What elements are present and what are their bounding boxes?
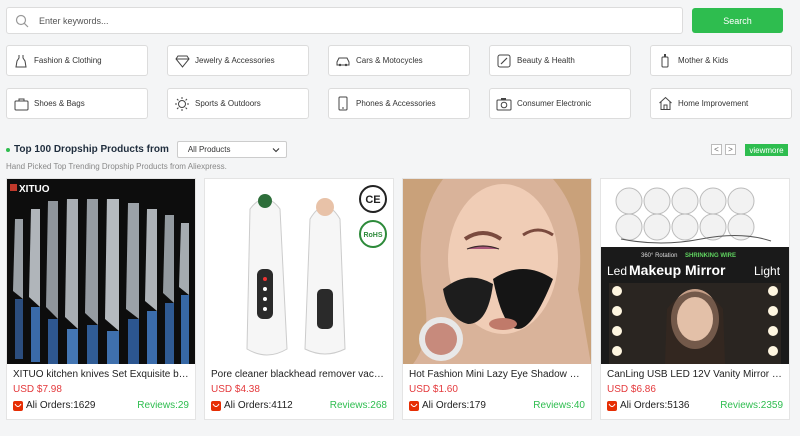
product-title[interactable]: CanLing USB LED 12V Vanity Mirror Lights — [607, 369, 783, 380]
product-price: USD $7.98 — [13, 384, 62, 395]
product-card[interactable]: CE RoHS Pore cleaner blackhead remover v… — [204, 178, 394, 420]
product-reviews: Reviews:29 — [137, 400, 189, 411]
banner-wire-text: SHRINKING WIRE — [685, 253, 736, 259]
select-value: All Products — [187, 145, 231, 154]
section-header: Top 100 Dropship Products from All Produ… — [6, 141, 287, 158]
category-jewelry-accessories[interactable]: Jewelry & Accessories — [167, 45, 309, 76]
product-card[interactable]: XITUO XITUO kitchen knives Set Exquisite… — [6, 178, 196, 420]
chevron-down-icon — [272, 148, 280, 153]
search-bar — [6, 7, 683, 34]
product-orders: Ali Orders: 5136 — [607, 400, 689, 411]
category-label: Beauty & Health — [517, 56, 575, 65]
category-phones-accessories[interactable]: Phones & Accessories — [328, 88, 470, 119]
car-icon — [335, 53, 351, 69]
search-icon — [15, 14, 29, 27]
product-price: USD $1.60 — [409, 384, 458, 395]
product-title[interactable]: Pore cleaner blackhead remover vacuum — [211, 369, 387, 380]
ce-badge-text: CE — [365, 194, 380, 206]
category-label: Fashion & Clothing — [34, 56, 102, 65]
category-shoes-bags[interactable]: Shoes & Bags — [6, 88, 148, 119]
aliexpress-icon — [211, 400, 221, 411]
carousel-nav: < > — [711, 144, 736, 155]
category-fashion-clothing[interactable]: Fashion & Clothing — [6, 45, 148, 76]
category-beauty-health[interactable]: Beauty & Health — [489, 45, 631, 76]
banner-light-text: Light — [754, 264, 781, 278]
rohs-badge-text: RoHS — [363, 232, 382, 239]
section-subtitle: Hand Picked Top Trending Dropship Produc… — [6, 162, 227, 171]
bag-icon — [13, 96, 29, 112]
product-price: USD $6.86 — [607, 384, 656, 395]
product-card[interactable]: Hot Fashion Mini Lazy Eye Shadow Stamp U… — [402, 178, 592, 420]
search-input[interactable] — [39, 15, 682, 26]
banner-led-text: Led — [607, 264, 627, 278]
aliexpress-icon — [13, 400, 23, 411]
banner-rotation-text: 360° Rotation — [641, 253, 677, 259]
camera-icon — [496, 96, 512, 112]
category-cars-motorcycles[interactable]: Cars & Motocycles — [328, 45, 470, 76]
category-label: Home Improvement — [678, 99, 749, 108]
category-label: Cars & Motocycles — [356, 56, 423, 65]
product-price: USD $4.38 — [211, 384, 260, 395]
orders-label: Ali Orders: — [620, 400, 668, 411]
product-card[interactable]: 360° Rotation SHRINKING WIRE Led Makeup … — [600, 178, 790, 420]
category-label: Shoes & Bags — [34, 99, 85, 108]
product-reviews: Reviews:40 — [533, 400, 585, 411]
orders-label: Ali Orders: — [422, 400, 470, 411]
product-title[interactable]: XITUO kitchen knives Set Exquisite blade — [13, 369, 189, 380]
category-sports-outdoors[interactable]: Sports & Outdoors — [167, 88, 309, 119]
baby-bottle-icon — [657, 53, 673, 69]
banner-mirror-text: Makeup Mirror — [629, 262, 726, 278]
diamond-icon — [174, 53, 190, 69]
brand-logo-text: XITUO — [19, 184, 50, 195]
prev-button[interactable]: < — [711, 144, 722, 155]
orders-label: Ali Orders: — [224, 400, 272, 411]
product-source-select[interactable]: All Products — [176, 141, 287, 158]
product-image-mirror-lights: 360° Rotation SHRINKING WIRE Led Makeup … — [601, 179, 789, 364]
next-button[interactable]: > — [725, 144, 736, 155]
aliexpress-icon — [607, 400, 617, 411]
house-icon — [657, 96, 673, 112]
category-label: Phones & Accessories — [356, 99, 436, 108]
product-image-eye-shadow — [403, 179, 591, 364]
beauty-icon — [496, 53, 512, 69]
product-orders: Ali Orders: 1629 — [13, 400, 95, 411]
bullet-dot — [6, 147, 10, 152]
category-label: Jewelry & Accessories — [195, 56, 275, 65]
orders-count: 4112 — [271, 400, 293, 411]
product-image-pore-cleaner: CE RoHS — [205, 179, 393, 364]
product-orders: Ali Orders: 4112 — [211, 400, 293, 411]
product-reviews: Reviews:2359 — [720, 400, 783, 411]
orders-count: 5136 — [667, 400, 690, 411]
category-consumer-electronic[interactable]: Consumer Electronic — [489, 88, 631, 119]
sun-icon — [174, 96, 190, 112]
product-reviews: Reviews:268 — [329, 400, 387, 411]
category-mother-kids[interactable]: Mother & Kids — [650, 45, 792, 76]
orders-count: 179 — [469, 400, 486, 411]
category-label: Mother & Kids — [678, 56, 729, 65]
product-image-knives: XITUO — [7, 179, 195, 364]
category-label: Sports & Outdoors — [195, 99, 261, 108]
viewmore-button[interactable]: viewmore — [745, 144, 788, 156]
orders-count: 1629 — [73, 400, 96, 411]
orders-label: Ali Orders: — [26, 400, 74, 411]
category-home-improvement[interactable]: Home Improvement — [650, 88, 792, 119]
category-label: Consumer Electronic — [517, 99, 592, 108]
product-orders: Ali Orders: 179 — [409, 400, 486, 411]
aliexpress-icon — [409, 400, 419, 411]
section-title: Top 100 Dropship Products from — [14, 144, 169, 155]
search-button[interactable]: Search — [692, 8, 783, 33]
product-title[interactable]: Hot Fashion Mini Lazy Eye Shadow Stamp — [409, 369, 585, 380]
dress-icon — [13, 53, 29, 69]
phone-icon — [335, 96, 351, 112]
